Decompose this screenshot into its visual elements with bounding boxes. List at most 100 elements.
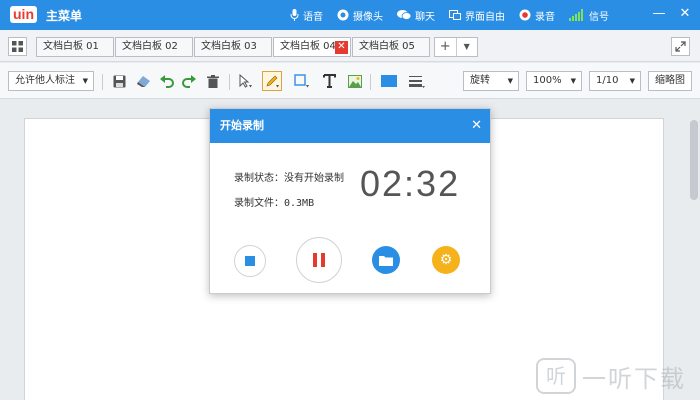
- close-icon: ✕: [679, 6, 691, 21]
- minimize-button[interactable]: —: [652, 7, 666, 21]
- stop-button[interactable]: [234, 245, 266, 277]
- chevron-down-icon: ▼: [507, 77, 513, 85]
- camera-icon: [337, 9, 349, 21]
- page-value: 1/10: [596, 75, 619, 86]
- add-tab-button[interactable]: +: [435, 38, 456, 56]
- select-tool[interactable]: [236, 72, 254, 90]
- delete-button[interactable]: [204, 72, 222, 90]
- gear-icon: ⚙: [439, 252, 453, 268]
- tab-whiteboard-01[interactable]: 文档白板 01: [36, 37, 114, 57]
- permission-value: 允许他人标注: [15, 75, 75, 86]
- text-tool[interactable]: [320, 72, 338, 90]
- grid-view-button[interactable]: [8, 37, 27, 56]
- line-width-picker[interactable]: [408, 72, 426, 90]
- minimize-icon: —: [652, 6, 666, 21]
- vertical-scrollbar[interactable]: [690, 102, 698, 398]
- pen-tool[interactable]: [262, 71, 282, 91]
- redo-button[interactable]: [180, 72, 198, 90]
- fullscreen-button[interactable]: [671, 37, 690, 56]
- recording-file: 录制文件：0.3MB: [234, 194, 314, 209]
- status-value: 没有开始录制: [284, 173, 344, 184]
- save-button[interactable]: [110, 72, 128, 90]
- shape-tool[interactable]: [292, 72, 310, 90]
- chat-icon: [397, 9, 411, 21]
- undo-icon: [160, 74, 174, 88]
- chevron-down-icon: ▼: [629, 77, 635, 85]
- redo-icon: [182, 74, 196, 88]
- rotate-dropdown[interactable]: 旋转 ▼: [463, 71, 519, 91]
- pencil-icon: [266, 75, 279, 88]
- tab-label: 文档白板 04: [280, 41, 336, 52]
- pause-button[interactable]: [296, 237, 342, 283]
- zoom-dropdown[interactable]: 100% ▼: [526, 71, 582, 91]
- camera-button[interactable]: 摄像头: [337, 8, 383, 23]
- trash-icon: [207, 74, 219, 88]
- tab-list-dropdown[interactable]: ▼: [455, 38, 478, 56]
- image-tool[interactable]: [346, 72, 364, 90]
- tab-whiteboard-02[interactable]: 文档白板 02: [115, 37, 193, 57]
- undo-button[interactable]: [158, 72, 176, 90]
- rectangle-icon: [293, 74, 309, 88]
- layout-label: 界面自由: [465, 11, 505, 23]
- tab-whiteboard-04[interactable]: 文档白板 04 ✕: [273, 37, 351, 57]
- recording-timer: 02:32: [360, 163, 461, 204]
- chat-label: 聊天: [415, 11, 435, 23]
- annotation-toolbar: 允许他人标注 ▼ 旋转 ▼ 100% ▼ 1/10 ▼ 缩略图: [0, 63, 700, 99]
- record-icon: [519, 9, 531, 21]
- line-width-icon: [409, 75, 425, 88]
- signal-indicator[interactable]: 信号: [569, 8, 609, 23]
- app-logo: uin: [10, 6, 37, 23]
- chevron-down-icon: ▼: [570, 77, 576, 85]
- page-dropdown[interactable]: 1/10 ▼: [589, 71, 641, 91]
- signal-icon: [569, 9, 585, 21]
- close-icon: ✕: [471, 118, 482, 133]
- close-window-button[interactable]: ✕: [678, 7, 692, 21]
- watermark-text: 一听下载: [582, 364, 686, 393]
- scroll-thumb[interactable]: [690, 120, 698, 200]
- tab-bar: 文档白板 01 文档白板 02 文档白板 03 文档白板 04 ✕ 文档白板 0…: [0, 30, 700, 62]
- microphone-icon: [290, 9, 299, 21]
- thumbnail-button[interactable]: 缩略图: [648, 71, 692, 91]
- color-swatch-icon: [381, 75, 397, 87]
- eraser-button[interactable]: [134, 72, 152, 90]
- voice-button[interactable]: 语音: [290, 8, 323, 23]
- save-icon: [113, 75, 125, 87]
- image-icon: [348, 74, 362, 88]
- main-menu-title[interactable]: 主菜单: [46, 7, 82, 24]
- open-folder-button[interactable]: [372, 246, 400, 274]
- status-label: 录制状态：: [234, 173, 284, 184]
- watermark: 听 一听下载: [536, 358, 686, 394]
- voice-label: 语音: [303, 11, 323, 23]
- record-label: 录音: [535, 11, 555, 23]
- recording-dialog: 开始录制 ✕ 录制状态：没有开始录制 录制文件：0.3MB 02:32 ⚙: [209, 108, 491, 294]
- layout-button[interactable]: 界面自由: [449, 8, 505, 23]
- tab-whiteboard-05[interactable]: 文档白板 05: [352, 37, 430, 57]
- folder-icon: [379, 255, 393, 266]
- record-button[interactable]: 录音: [519, 8, 555, 23]
- watermark-logo-icon: 听: [536, 358, 576, 394]
- permission-dropdown[interactable]: 允许他人标注 ▼: [8, 71, 94, 91]
- window-layout-icon: [449, 9, 461, 21]
- close-icon: ✕: [337, 41, 346, 52]
- signal-label: 信号: [589, 11, 609, 23]
- cursor-icon: [239, 74, 252, 88]
- file-size: 0.3MB: [284, 198, 315, 209]
- divider: [229, 74, 230, 90]
- dialog-close-button[interactable]: ✕: [471, 109, 482, 143]
- expand-icon: [675, 41, 686, 52]
- color-picker[interactable]: [380, 72, 398, 90]
- text-icon: [322, 74, 336, 88]
- settings-button[interactable]: ⚙: [432, 246, 460, 274]
- stop-icon: [245, 256, 255, 266]
- divider: [102, 74, 103, 90]
- camera-label: 摄像头: [353, 11, 383, 23]
- rotate-label: 旋转: [470, 75, 490, 86]
- chat-button[interactable]: 聊天: [397, 8, 435, 23]
- tab-close-button[interactable]: ✕: [335, 41, 348, 54]
- chevron-down-icon: ▼: [82, 77, 88, 85]
- file-label: 录制文件：: [234, 198, 284, 209]
- grid-icon: [12, 41, 23, 52]
- tab-whiteboard-03[interactable]: 文档白板 03: [194, 37, 272, 57]
- add-tab-control: + ▼: [434, 37, 478, 57]
- dialog-title: 开始录制: [220, 119, 264, 132]
